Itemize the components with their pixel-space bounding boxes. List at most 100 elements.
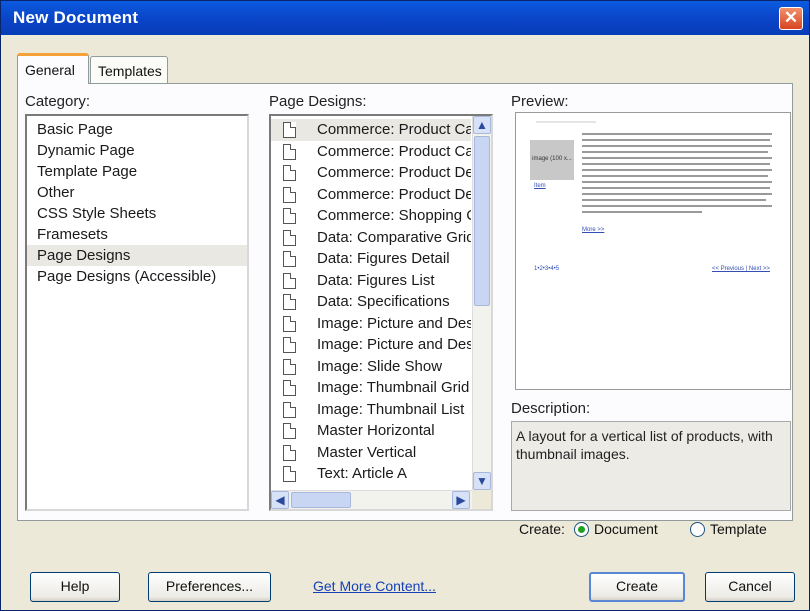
list-item-label: Image: Thumbnail Grid: [317, 379, 470, 396]
create-label: Create:: [519, 521, 565, 537]
list-item[interactable]: Commerce: Product De: [271, 184, 471, 206]
document-icon: [283, 122, 296, 138]
list-item[interactable]: Image: Picture and Des: [271, 313, 471, 335]
preview-text-line: [582, 169, 772, 171]
list-item[interactable]: Data: Specifications: [271, 291, 471, 313]
preview-pane: image (100 x... Item More >> 1•2•3•4•5 <…: [515, 112, 791, 390]
category-list[interactable]: Basic Page Dynamic Page Template Page Ot…: [25, 114, 249, 511]
category-item-basic-page[interactable]: Basic Page: [27, 119, 247, 140]
horizontal-scroll-thumb[interactable]: [291, 492, 351, 508]
preview-text-line: [582, 139, 770, 141]
help-button[interactable]: Help: [30, 572, 120, 602]
list-item[interactable]: Data: Figures Detail: [271, 248, 471, 270]
document-icon: [283, 315, 296, 332]
vertical-scrollbar[interactable]: ▲ ▼: [472, 116, 491, 490]
list-item[interactable]: Text: Article A: [271, 463, 471, 485]
list-item[interactable]: Commerce: Product Ca: [271, 119, 471, 141]
preview-text-line: [582, 151, 768, 153]
preview-text-line: [582, 181, 772, 183]
document-icon: [283, 294, 296, 310]
document-icon: [283, 444, 296, 461]
description-text: A layout for a vertical list of products…: [511, 421, 791, 511]
list-item-label: Image: Slide Show: [317, 357, 443, 375]
preview-label: Preview:: [511, 93, 569, 110]
horizontal-scrollbar[interactable]: ◀ ▶: [271, 490, 472, 509]
radio-template[interactable]: [690, 522, 705, 537]
list-item-label: Master Vertical: [317, 443, 417, 461]
list-item-label: Data: Specifications: [317, 293, 450, 310]
list-item-label: Commerce: Product De: [317, 164, 471, 181]
list-item-label: Image: Picture and Des: [317, 314, 471, 332]
list-item[interactable]: Image: Thumbnail List: [271, 399, 471, 421]
list-item[interactable]: Master Vertical: [271, 442, 471, 464]
preview-text-line: [582, 157, 772, 159]
list-item[interactable]: Data: Figures List: [271, 270, 471, 292]
cancel-button[interactable]: Cancel: [705, 572, 795, 602]
category-item-template-page[interactable]: Template Page: [27, 161, 247, 182]
radio-selected-dot: [578, 526, 585, 533]
list-item[interactable]: Commerce: Shopping C: [271, 205, 471, 227]
list-item-label: Commerce: Shopping C: [317, 207, 471, 224]
category-item-dynamic-page[interactable]: Dynamic Page: [27, 140, 247, 161]
preview-text-line: [582, 133, 772, 135]
category-item-css-style-sheets[interactable]: CSS Style Sheets: [27, 203, 247, 224]
document-icon: [283, 337, 296, 353]
radio-document-label[interactable]: Document: [594, 521, 658, 537]
preview-text-line: [582, 145, 772, 147]
preview-image-caption: image (100 x...: [532, 156, 572, 162]
document-icon: [283, 401, 296, 418]
category-item-page-designs-accessible[interactable]: Page Designs (Accessible): [27, 266, 247, 287]
scroll-down-icon[interactable]: ▼: [473, 472, 491, 490]
preview-text-line: [582, 199, 766, 201]
list-item[interactable]: Image: Picture and Des: [271, 334, 471, 356]
radio-template-label[interactable]: Template: [710, 521, 767, 537]
scroll-up-icon[interactable]: ▲: [473, 116, 491, 134]
document-icon: [283, 358, 296, 375]
document-icon: [283, 380, 296, 396]
create-button[interactable]: Create: [589, 572, 685, 602]
close-icon[interactable]: ✕: [779, 7, 803, 30]
new-document-dialog: New Document ✕ General Templates Categor…: [0, 0, 810, 611]
list-item[interactable]: Image: Thumbnail Grid: [271, 377, 471, 399]
scrollbar-corner: [472, 490, 491, 509]
preview-item-link: Item: [534, 183, 546, 189]
preview-nav-links: << Previous | Next >>: [712, 266, 770, 272]
list-item-label: Data: Figures List: [317, 271, 435, 289]
list-item[interactable]: Data: Comparative Grid: [271, 227, 471, 249]
radio-document[interactable]: [574, 522, 589, 537]
page-designs-items: Commerce: Product Ca Commerce: Product C…: [271, 116, 491, 485]
preview-header-line: [536, 121, 596, 123]
title-bar[interactable]: New Document ✕: [1, 1, 809, 35]
tab-templates[interactable]: Templates: [90, 56, 168, 84]
scroll-thumb[interactable]: [474, 136, 490, 306]
list-item[interactable]: Image: Slide Show: [271, 356, 471, 378]
preview-text-line: [582, 193, 772, 195]
list-item-label: Commerce: Product De: [317, 185, 471, 203]
document-icon: [283, 466, 296, 482]
category-item-page-designs[interactable]: Page Designs: [27, 245, 247, 266]
document-icon: [283, 186, 296, 203]
category-label: Category:: [25, 93, 91, 110]
list-item-label: Data: Figures Detail: [317, 250, 450, 267]
scroll-right-icon[interactable]: ▶: [452, 491, 470, 509]
list-item[interactable]: Master Horizontal: [271, 420, 471, 442]
tab-general[interactable]: General: [17, 53, 89, 84]
preferences-button[interactable]: Preferences...: [148, 572, 271, 602]
category-item-framesets[interactable]: Framesets: [27, 224, 247, 245]
preview-text-line: [582, 163, 770, 165]
list-item[interactable]: Commerce: Product Ca: [271, 141, 471, 163]
preview-page-numbers: 1•2•3•4•5: [534, 266, 560, 272]
document-icon: [283, 208, 296, 224]
list-item-label: Master Horizontal: [317, 422, 435, 439]
get-more-content-link[interactable]: Get More Content...: [313, 578, 436, 594]
list-item[interactable]: Commerce: Product De: [271, 162, 471, 184]
document-icon: [283, 143, 296, 160]
document-icon: [283, 423, 296, 439]
description-label: Description:: [511, 400, 591, 417]
page-designs-list[interactable]: Commerce: Product Ca Commerce: Product C…: [269, 114, 493, 511]
list-item-label: Text: Article A: [317, 465, 408, 482]
list-item-label: Data: Comparative Grid: [317, 228, 471, 246]
create-radio-group: Create: Document Template: [519, 520, 799, 540]
scroll-left-icon[interactable]: ◀: [271, 491, 289, 509]
category-item-other[interactable]: Other: [27, 182, 247, 203]
